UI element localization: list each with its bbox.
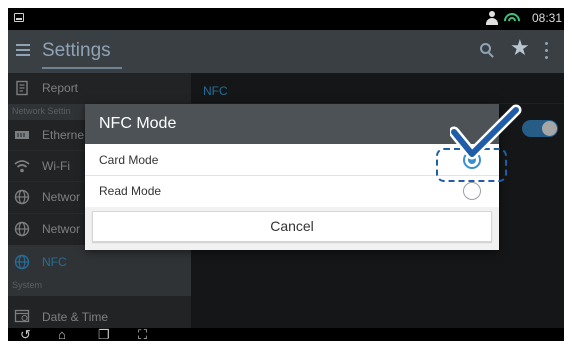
option-read-mode[interactable]: Read Mode <box>85 176 499 206</box>
recent-apps-icon[interactable]: ❐ <box>98 328 110 341</box>
page-title: Settings <box>42 40 111 61</box>
screenshot-icon[interactable]: ⛶ <box>138 328 147 341</box>
wifi-signal-icon <box>504 11 520 25</box>
home-icon[interactable]: ⌂ <box>58 328 66 341</box>
option-label: Read Mode <box>99 184 162 198</box>
checkmark-icon <box>450 104 522 160</box>
navigation-bar: ↺ ⌂ ❐ ⛶ <box>8 328 564 341</box>
status-time: 08:31 <box>531 11 562 25</box>
menu-icon[interactable] <box>16 44 30 56</box>
screenshot-notification-icon <box>14 13 24 22</box>
status-bar: 08:31 <box>8 8 564 30</box>
more-options-icon[interactable] <box>545 42 549 60</box>
dialog-footer: Cancel <box>85 207 499 250</box>
star-icon[interactable]: ★ <box>510 37 530 59</box>
search-icon[interactable] <box>480 43 495 58</box>
back-icon[interactable]: ↺ <box>20 328 31 341</box>
option-label: Card Mode <box>99 153 159 167</box>
screenshot-frame: 08:31 Settings ★ Report Network Settin E… <box>0 0 572 348</box>
dialog-title: NFC Mode <box>99 115 177 132</box>
title-underline <box>42 67 122 69</box>
cancel-button[interactable]: Cancel <box>92 211 492 242</box>
device-screen: 08:31 Settings ★ Report Network Settin E… <box>8 8 564 341</box>
read-mode-radio[interactable] <box>463 182 481 200</box>
dialog-header: NFC Mode <box>85 104 499 144</box>
person-icon <box>486 11 498 25</box>
action-bar: Settings ★ <box>8 30 564 73</box>
